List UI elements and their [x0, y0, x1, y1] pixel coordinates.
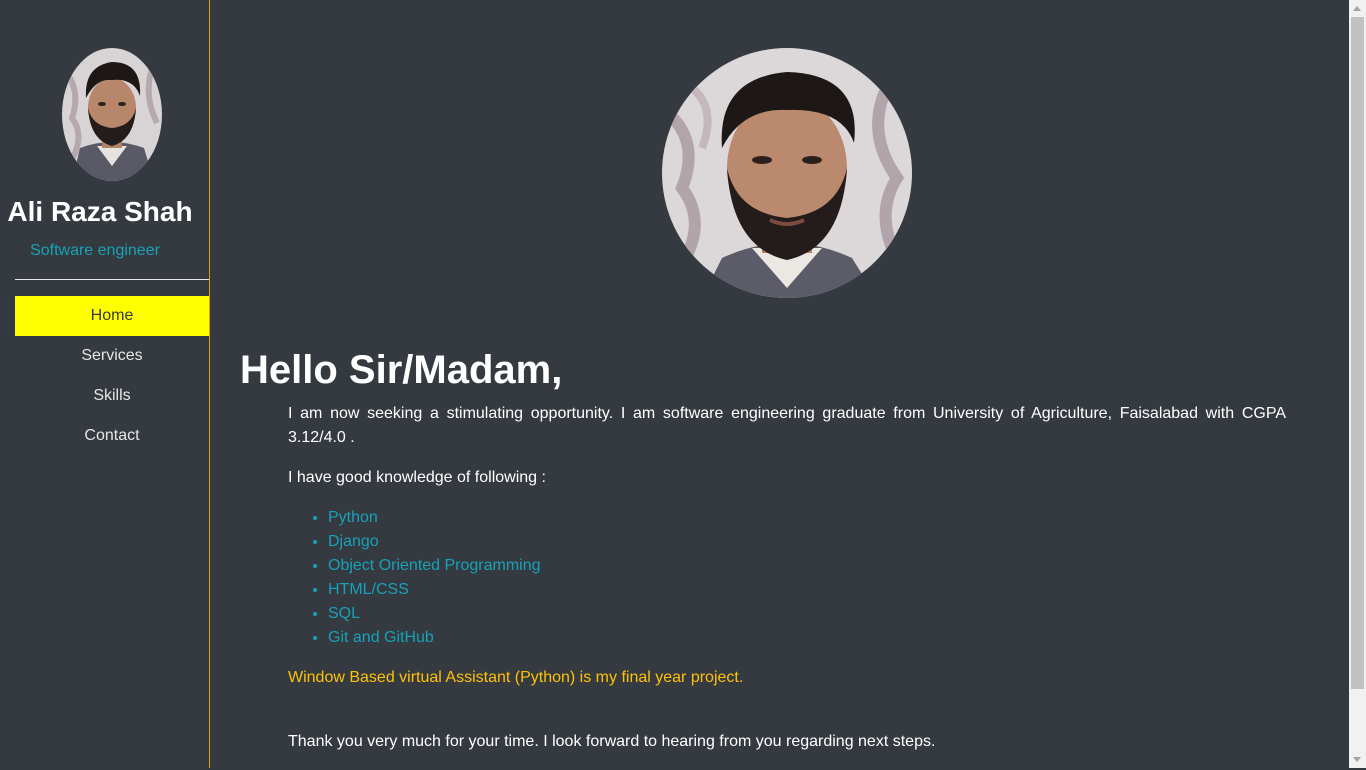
nav-item-skills[interactable]: Skills — [15, 376, 209, 416]
nav-item-services[interactable]: Services — [15, 336, 209, 376]
vertical-scrollbar[interactable] — [1349, 0, 1366, 768]
project-text: Window Based virtual Assistant (Python) … — [288, 669, 744, 686]
skill-item: Object Oriented Programming — [328, 554, 1286, 578]
scroll-thumb[interactable] — [1351, 17, 1364, 689]
skill-item: HTML/CSS — [328, 578, 1286, 602]
knowledge-heading: I have good knowledge of following : — [288, 469, 546, 486]
skill-item: Git and GitHub — [328, 626, 1286, 650]
main-avatar — [662, 48, 912, 298]
skill-item: Python — [328, 506, 1286, 530]
sidebar-divider — [15, 279, 209, 280]
skills-list: Python Django Object Oriented Programmin… — [288, 506, 1286, 650]
skill-item: Django — [328, 530, 1286, 554]
nav-item-home[interactable]: Home — [15, 296, 209, 336]
intro-paragraph: I am now seeking a stimulating opportuni… — [288, 405, 1286, 446]
profile-photo-icon — [62, 48, 162, 181]
greeting-heading: Hello Sir/Madam, — [240, 348, 563, 392]
thanks-text: Thank you very much for your time. I loo… — [288, 733, 936, 750]
skill-item: SQL — [328, 602, 1286, 626]
scroll-down-icon[interactable] — [1353, 757, 1361, 762]
profile-photo-icon — [662, 48, 912, 298]
scroll-up-icon[interactable] — [1353, 6, 1361, 11]
sidebar-avatar — [62, 48, 162, 181]
main-content: I am now seeking a stimulating opportuni… — [288, 402, 1286, 770]
profile-role: Software engineer — [30, 242, 160, 259]
nav-item-contact[interactable]: Contact — [15, 416, 209, 456]
profile-name: Ali Raza Shah — [7, 196, 193, 227]
sidebar-nav: Home Services Skills Contact — [15, 296, 209, 456]
sidebar: Ali Raza Shah Software engineer Home Ser… — [0, 0, 210, 768]
